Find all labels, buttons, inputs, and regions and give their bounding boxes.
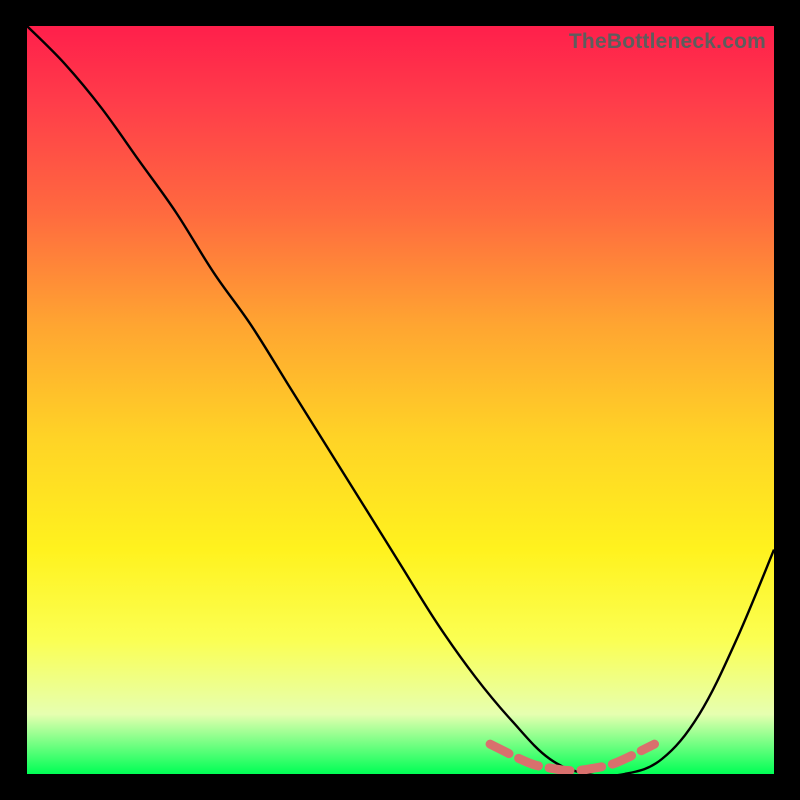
optimal-range-path [490, 744, 654, 771]
bottleneck-curve-path [27, 26, 774, 774]
chart-svg [27, 26, 774, 774]
watermark-text: TheBottleneck.com [569, 30, 766, 54]
chart-plot-area: TheBottleneck.com [27, 26, 774, 774]
